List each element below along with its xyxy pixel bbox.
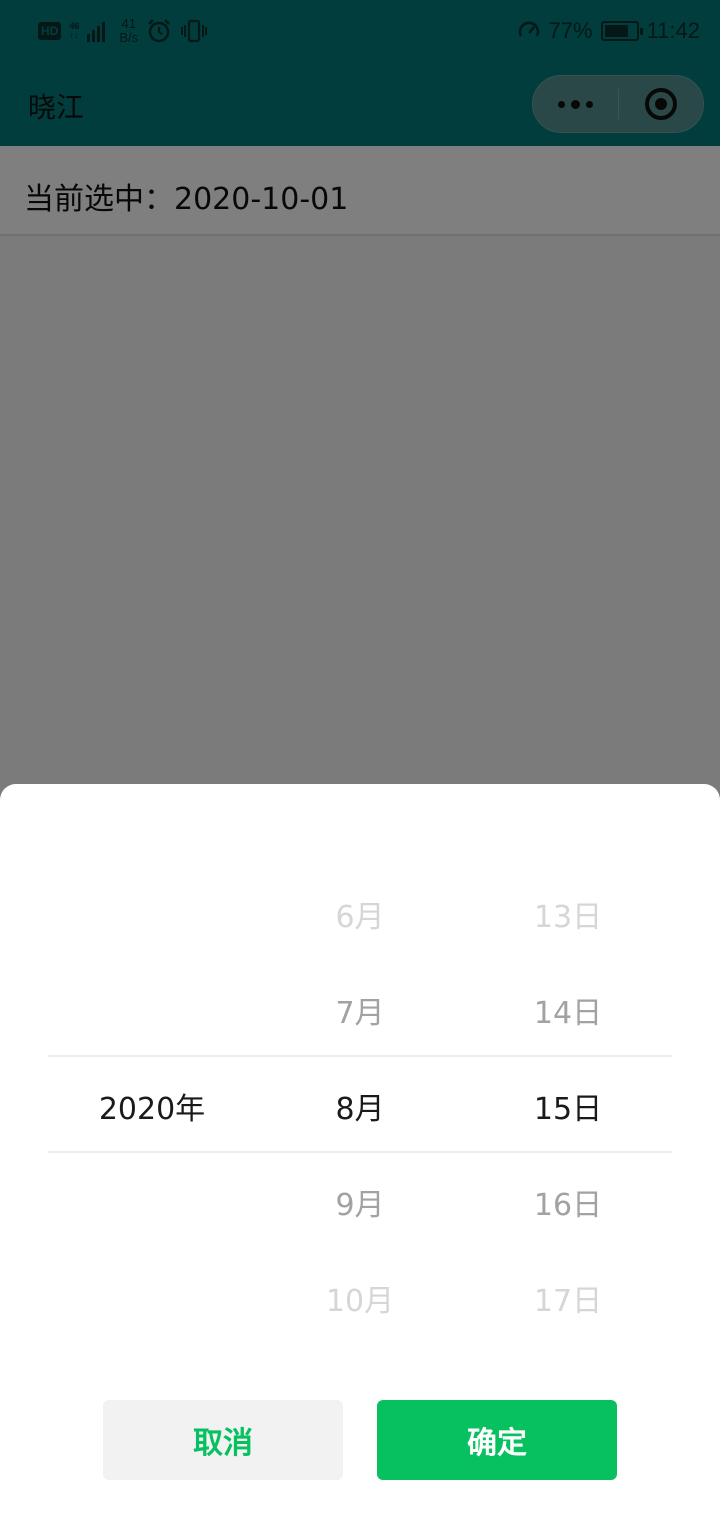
selection-indicator-bottom: [48, 1151, 672, 1153]
confirm-button[interactable]: 确定: [377, 1400, 617, 1480]
day-column[interactable]: 13日 14日 15日 16日 17日: [464, 866, 672, 1346]
month-option[interactable]: 10月: [256, 1250, 464, 1346]
day-option[interactable]: 17日: [464, 1250, 672, 1346]
month-option[interactable]: 7月: [256, 962, 464, 1058]
month-column[interactable]: 6月 7月 8月 9月 10月: [256, 866, 464, 1346]
month-option[interactable]: 9月: [256, 1154, 464, 1250]
day-option-selected[interactable]: 15日: [464, 1058, 672, 1154]
day-option[interactable]: 13日: [464, 866, 672, 962]
day-option[interactable]: 14日: [464, 962, 672, 1058]
picker-columns: 2020年 6月 7月 8月 9月 10月 13日 14日 15日 16日 17…: [48, 866, 672, 1346]
year-option[interactable]: [48, 962, 256, 1058]
year-option[interactable]: [48, 1154, 256, 1250]
year-option[interactable]: [48, 866, 256, 962]
month-option[interactable]: 6月: [256, 866, 464, 962]
year-option-selected[interactable]: 2020年: [48, 1058, 256, 1154]
year-column[interactable]: 2020年: [48, 866, 256, 1346]
cancel-button[interactable]: 取消: [103, 1400, 343, 1480]
selection-indicator-top: [48, 1055, 672, 1057]
month-option-selected[interactable]: 8月: [256, 1058, 464, 1154]
year-option[interactable]: [48, 1250, 256, 1346]
date-picker-sheet: 2020年 6月 7月 8月 9月 10月 13日 14日 15日 16日 17…: [0, 784, 720, 1520]
day-option[interactable]: 16日: [464, 1154, 672, 1250]
